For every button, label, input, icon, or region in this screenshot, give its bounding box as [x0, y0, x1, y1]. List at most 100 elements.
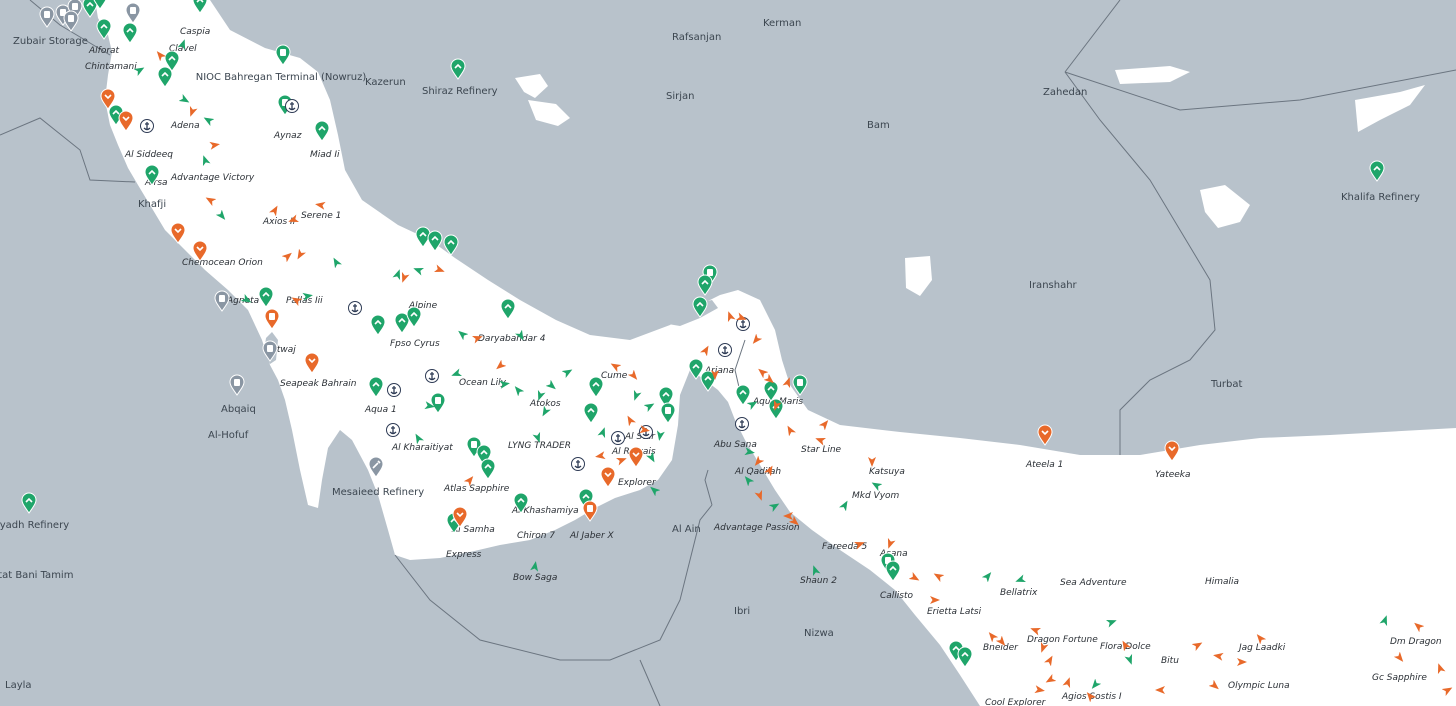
- vessel-arrow-orange-icon[interactable]: [1044, 654, 1056, 666]
- vessel-label-atlas-sapphire[interactable]: Atlas Sapphire: [444, 484, 509, 494]
- vessel-pin-green-icon[interactable]: [885, 560, 901, 582]
- vessel-arrow-green-icon[interactable]: [532, 432, 544, 444]
- vessel-arrow-orange-icon[interactable]: [154, 49, 166, 61]
- vessel-arrow-green-icon[interactable]: [1124, 654, 1136, 666]
- vessel-arrow-green-icon[interactable]: [648, 484, 660, 496]
- vessel-arrow-orange-icon[interactable]: [628, 370, 640, 382]
- vessel-arrow-orange-icon[interactable]: [1442, 684, 1454, 696]
- vessel-arrow-orange-icon[interactable]: [884, 538, 896, 550]
- vessel-label-miad-ii[interactable]: Miad Ii: [310, 150, 340, 160]
- vessel-arrow-orange-icon[interactable]: [932, 570, 944, 582]
- vessel-arrow-orange-icon[interactable]: [1412, 620, 1424, 632]
- vessel-arrow-orange-icon[interactable]: [609, 360, 621, 372]
- vessel-arrow-green-icon[interactable]: [769, 500, 781, 512]
- vessel-arrow-green-icon[interactable]: [546, 380, 558, 392]
- vessel-pin-green-icon[interactable]: [157, 66, 173, 88]
- vessel-arrow-green-icon[interactable]: [839, 499, 851, 511]
- vessel-arrow-orange-icon[interactable]: [1119, 639, 1131, 651]
- vessel-label-shaun-2[interactable]: Shaun 2: [800, 576, 837, 586]
- vessel-arrow-orange-icon[interactable]: [464, 474, 476, 486]
- vessel-arrow-orange-icon[interactable]: [314, 199, 326, 211]
- vessel-arrow-green-icon[interactable]: [809, 564, 821, 576]
- vessel-arrow-orange-icon[interactable]: [1254, 632, 1266, 644]
- storage-tank-icon[interactable]: [264, 308, 280, 330]
- vessel-arrow-green-icon[interactable]: [241, 294, 253, 306]
- port-anchor-icon[interactable]: [385, 422, 401, 444]
- vessel-label-al-kharaitiyat[interactable]: Al Kharaitiyat: [392, 443, 453, 453]
- refinery-wrench-icon[interactable]: [368, 456, 384, 478]
- vessel-label-dm-dragon[interactable]: Dm Dragon: [1390, 637, 1442, 647]
- vessel-arrow-green-icon[interactable]: [1106, 616, 1118, 628]
- vessel-pin-orange-icon[interactable]: [118, 110, 134, 132]
- vessel-arrow-orange-icon[interactable]: [209, 139, 221, 151]
- vessel-arrow-green-icon[interactable]: [529, 560, 541, 572]
- vessel-arrow-orange-icon[interactable]: [784, 424, 796, 436]
- vessel-arrow-orange-icon[interactable]: [1084, 690, 1096, 702]
- vessel-arrow-orange-icon[interactable]: [854, 538, 866, 550]
- vessel-arrow-green-icon[interactable]: [870, 479, 882, 491]
- vessel-arrow-orange-icon[interactable]: [752, 456, 764, 468]
- storage-tank-icon[interactable]: [214, 290, 230, 312]
- vessel-arrow-orange-icon[interactable]: [269, 204, 281, 216]
- vessel-pin-green-icon[interactable]: [427, 230, 443, 252]
- vessel-arrow-orange-icon[interactable]: [996, 636, 1008, 648]
- vessel-arrow-orange-icon[interactable]: [594, 450, 606, 462]
- vessel-arrow-green-icon[interactable]: [515, 330, 527, 342]
- vessel-arrow-green-icon[interactable]: [539, 406, 551, 418]
- vessel-pin-green-icon[interactable]: [450, 58, 466, 80]
- vessel-arrow-green-icon[interactable]: [1014, 574, 1026, 586]
- port-anchor-icon[interactable]: [139, 118, 155, 140]
- vessel-label-chiron-7[interactable]: Chiron 7: [517, 531, 555, 541]
- vessel-arrow-green-icon[interactable]: [202, 114, 214, 126]
- map-canvas[interactable]: Zubair Storage Kerman Rafsanjan Kazerun Sirj…: [0, 0, 1456, 706]
- vessel-arrow-orange-icon[interactable]: [736, 312, 748, 324]
- storage-tank-icon[interactable]: [39, 6, 55, 28]
- vessel-label-serene-1[interactable]: Serene 1: [301, 211, 341, 221]
- vessel-label-star-line[interactable]: Star Line: [801, 445, 841, 455]
- vessel-arrow-orange-icon[interactable]: [754, 490, 766, 502]
- vessel-label-advantage-passion[interactable]: Advantage Passion: [714, 523, 800, 533]
- vessel-arrow-orange-icon[interactable]: [819, 418, 831, 430]
- vessel-label-cume[interactable]: Cume: [601, 371, 627, 381]
- vessel-label-bitu[interactable]: Bitu: [1161, 656, 1179, 666]
- vessel-arrow-orange-icon[interactable]: [494, 360, 506, 372]
- port-anchor-icon[interactable]: [386, 382, 402, 404]
- vessel-pin-green-icon[interactable]: [443, 234, 459, 256]
- vessel-pin-green-icon[interactable]: [368, 376, 384, 398]
- vessel-pin-green-icon[interactable]: [92, 0, 108, 10]
- vessel-arrow-green-icon[interactable]: [597, 426, 609, 438]
- vessel-arrow-green-icon[interactable]: [512, 384, 524, 396]
- vessel-arrow-orange-icon[interactable]: [1029, 624, 1041, 636]
- vessel-pin-green-icon[interactable]: [957, 646, 973, 668]
- vessel-arrow-orange-icon[interactable]: [909, 572, 921, 584]
- vessel-label-sea-adventure[interactable]: Sea Adventure: [1060, 578, 1127, 588]
- storage-tank-icon[interactable]: [660, 402, 676, 424]
- vessel-pin-green-icon[interactable]: [21, 492, 37, 514]
- vessel-arrow-orange-icon[interactable]: [1037, 642, 1049, 654]
- vessel-arrow-green-icon[interactable]: [1379, 614, 1391, 626]
- storage-tank-icon[interactable]: [262, 340, 278, 362]
- vessel-arrow-orange-icon[interactable]: [1212, 650, 1224, 662]
- vessel-label-express[interactable]: Express: [446, 550, 481, 560]
- vessel-pin-green-icon[interactable]: [370, 314, 386, 336]
- vessel-pin-green-icon[interactable]: [406, 306, 422, 328]
- vessel-arrow-orange-icon[interactable]: [290, 294, 302, 306]
- vessel-label-chintamani[interactable]: Chintamani: [85, 62, 137, 72]
- vessel-label-bow-saga[interactable]: Bow Saga: [513, 573, 557, 583]
- vessel-label-callisto[interactable]: Callisto: [880, 591, 913, 601]
- vessel-arrow-orange-icon[interactable]: [1192, 639, 1204, 651]
- vessel-label-aqua-1[interactable]: Aqua 1: [365, 405, 397, 415]
- vessel-pin-green-icon[interactable]: [258, 286, 274, 308]
- vessel-pin-orange-icon[interactable]: [628, 446, 644, 468]
- vessel-arrow-orange-icon[interactable]: [287, 214, 299, 226]
- vessel-label-yateeka[interactable]: Yateeka: [1155, 470, 1191, 480]
- vessel-label-katsuya[interactable]: Katsuya: [869, 467, 905, 477]
- vessel-label-daryabandar-4[interactable]: Daryabandar 4: [478, 334, 545, 344]
- vessel-arrow-orange-icon[interactable]: [1394, 652, 1406, 664]
- vessel-label-mkd-vyom[interactable]: Mkd Vyom: [852, 491, 899, 501]
- vessel-arrow-green-icon[interactable]: [747, 398, 759, 410]
- vessel-label-olympic-luna[interactable]: Olympic Luna: [1228, 681, 1290, 691]
- vessel-arrow-green-icon[interactable]: [412, 432, 424, 444]
- vessel-arrow-orange-icon[interactable]: [929, 594, 941, 606]
- vessel-arrow-orange-icon[interactable]: [204, 194, 216, 206]
